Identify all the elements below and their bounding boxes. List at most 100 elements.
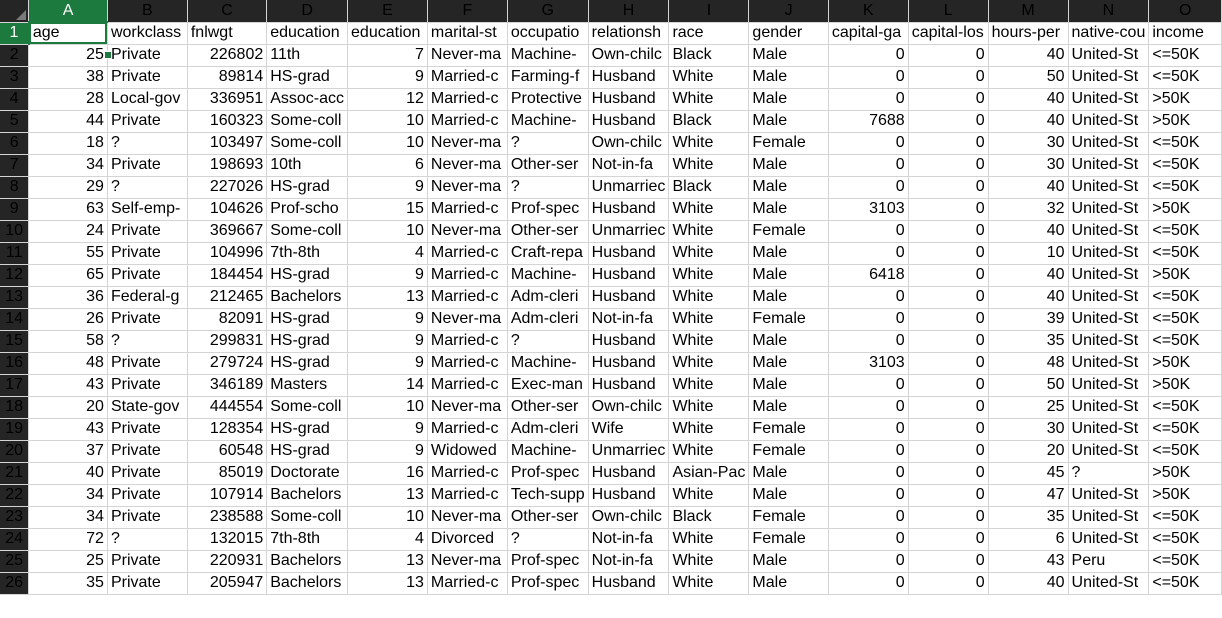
cell-d8[interactable]: HS-grad bbox=[266, 176, 349, 199]
cell-l18[interactable]: 0 bbox=[908, 396, 989, 419]
cell-f26[interactable]: Married-c bbox=[427, 572, 508, 595]
cell-b7[interactable]: Private bbox=[107, 154, 188, 177]
cell-k20[interactable]: 0 bbox=[828, 440, 909, 463]
cell-d9[interactable]: Prof-scho bbox=[266, 198, 349, 221]
cell-b9[interactable]: Self-emp- bbox=[107, 198, 188, 221]
cell-j21[interactable]: Male bbox=[748, 462, 829, 485]
cell-n5[interactable]: United-St bbox=[1068, 110, 1150, 133]
cell-g7[interactable]: Other-ser bbox=[507, 154, 589, 177]
row-header[interactable]: 17 bbox=[0, 374, 30, 397]
cell-d13[interactable]: Bachelors bbox=[266, 286, 349, 309]
cell-a11[interactable]: 55 bbox=[28, 242, 108, 265]
cell-d3[interactable]: HS-grad bbox=[266, 66, 349, 89]
cell-j4[interactable]: Male bbox=[748, 88, 829, 111]
cell-c22[interactable]: 107914 bbox=[187, 484, 268, 507]
row-header[interactable]: 1 bbox=[0, 22, 30, 45]
cell-a23[interactable]: 34 bbox=[28, 506, 108, 529]
cell-g1[interactable]: occupatio bbox=[507, 22, 589, 45]
cell-h5[interactable]: Husband bbox=[588, 110, 670, 133]
cell-a24[interactable]: 72 bbox=[28, 528, 108, 551]
cell-i5[interactable]: Black bbox=[668, 110, 750, 133]
cell-b17[interactable]: Private bbox=[107, 374, 188, 397]
cell-j23[interactable]: Female bbox=[748, 506, 829, 529]
cell-m21[interactable]: 45 bbox=[988, 462, 1069, 485]
cell-n8[interactable]: United-St bbox=[1068, 176, 1150, 199]
cell-j2[interactable]: Male bbox=[748, 44, 829, 67]
cell-e24[interactable]: 4 bbox=[347, 528, 428, 551]
cell-e13[interactable]: 13 bbox=[347, 286, 428, 309]
cell-l16[interactable]: 0 bbox=[908, 352, 989, 375]
cell-e9[interactable]: 15 bbox=[347, 198, 428, 221]
cell-d5[interactable]: Some-coll bbox=[266, 110, 349, 133]
cell-l20[interactable]: 0 bbox=[908, 440, 989, 463]
cell-d24[interactable]: 7th-8th bbox=[266, 528, 349, 551]
cell-l17[interactable]: 0 bbox=[908, 374, 989, 397]
cell-d6[interactable]: Some-coll bbox=[266, 132, 349, 155]
cell-g15[interactable]: ? bbox=[507, 330, 589, 353]
cell-l26[interactable]: 0 bbox=[908, 572, 989, 595]
cell-k11[interactable]: 0 bbox=[828, 242, 909, 265]
cell-i16[interactable]: White bbox=[668, 352, 750, 375]
cell-o19[interactable]: <=50K bbox=[1148, 418, 1222, 441]
cell-o13[interactable]: <=50K bbox=[1148, 286, 1222, 309]
cell-a26[interactable]: 35 bbox=[28, 572, 108, 595]
cell-e25[interactable]: 13 bbox=[347, 550, 428, 573]
cell-b16[interactable]: Private bbox=[107, 352, 188, 375]
cell-j7[interactable]: Male bbox=[748, 154, 829, 177]
cell-o1[interactable]: income bbox=[1148, 22, 1222, 45]
cell-h1[interactable]: relationsh bbox=[588, 22, 670, 45]
cell-c1[interactable]: fnlwgt bbox=[187, 22, 268, 45]
cell-j17[interactable]: Male bbox=[748, 374, 829, 397]
cell-m17[interactable]: 50 bbox=[988, 374, 1069, 397]
cell-e15[interactable]: 9 bbox=[347, 330, 428, 353]
cell-c17[interactable]: 346189 bbox=[187, 374, 268, 397]
cell-i14[interactable]: White bbox=[668, 308, 750, 331]
cell-c20[interactable]: 60548 bbox=[187, 440, 268, 463]
row-header[interactable]: 15 bbox=[0, 330, 30, 353]
cell-g4[interactable]: Protective bbox=[507, 88, 589, 111]
cell-m6[interactable]: 30 bbox=[988, 132, 1069, 155]
cell-n6[interactable]: United-St bbox=[1068, 132, 1150, 155]
cell-i19[interactable]: White bbox=[668, 418, 750, 441]
cell-c11[interactable]: 104996 bbox=[187, 242, 268, 265]
cell-f10[interactable]: Never-ma bbox=[427, 220, 508, 243]
cell-n17[interactable]: United-St bbox=[1068, 374, 1150, 397]
cell-h9[interactable]: Husband bbox=[588, 198, 670, 221]
cell-i26[interactable]: White bbox=[668, 572, 750, 595]
cell-h13[interactable]: Husband bbox=[588, 286, 670, 309]
fill-handle[interactable] bbox=[104, 51, 112, 59]
cell-m14[interactable]: 39 bbox=[988, 308, 1069, 331]
cell-e11[interactable]: 4 bbox=[347, 242, 428, 265]
cell-h11[interactable]: Husband bbox=[588, 242, 670, 265]
cell-i8[interactable]: Black bbox=[668, 176, 750, 199]
cell-i10[interactable]: White bbox=[668, 220, 750, 243]
cell-n13[interactable]: United-St bbox=[1068, 286, 1150, 309]
cell-l9[interactable]: 0 bbox=[908, 198, 989, 221]
cell-o22[interactable]: >50K bbox=[1148, 484, 1222, 507]
cell-f16[interactable]: Married-c bbox=[427, 352, 508, 375]
row-header[interactable]: 20 bbox=[0, 440, 30, 463]
cell-g16[interactable]: Machine- bbox=[507, 352, 589, 375]
cell-k6[interactable]: 0 bbox=[828, 132, 909, 155]
cell-m16[interactable]: 48 bbox=[988, 352, 1069, 375]
cell-g3[interactable]: Farming-f bbox=[507, 66, 589, 89]
cell-j10[interactable]: Female bbox=[748, 220, 829, 243]
cell-j8[interactable]: Male bbox=[748, 176, 829, 199]
cell-b14[interactable]: Private bbox=[107, 308, 188, 331]
cell-b18[interactable]: State-gov bbox=[107, 396, 188, 419]
cell-j12[interactable]: Male bbox=[748, 264, 829, 287]
cell-l3[interactable]: 0 bbox=[908, 66, 989, 89]
cell-i4[interactable]: White bbox=[668, 88, 750, 111]
cell-l11[interactable]: 0 bbox=[908, 242, 989, 265]
cell-a2[interactable]: 25 bbox=[28, 44, 108, 67]
cell-b3[interactable]: Private bbox=[107, 66, 188, 89]
cell-k13[interactable]: 0 bbox=[828, 286, 909, 309]
cell-e10[interactable]: 10 bbox=[347, 220, 428, 243]
cell-j26[interactable]: Male bbox=[748, 572, 829, 595]
column-header-h[interactable]: H bbox=[588, 0, 670, 23]
cell-e3[interactable]: 9 bbox=[347, 66, 428, 89]
column-header-o[interactable]: O bbox=[1148, 0, 1222, 23]
cell-a8[interactable]: 29 bbox=[28, 176, 108, 199]
cell-f9[interactable]: Married-c bbox=[427, 198, 508, 221]
cell-k17[interactable]: 0 bbox=[828, 374, 909, 397]
